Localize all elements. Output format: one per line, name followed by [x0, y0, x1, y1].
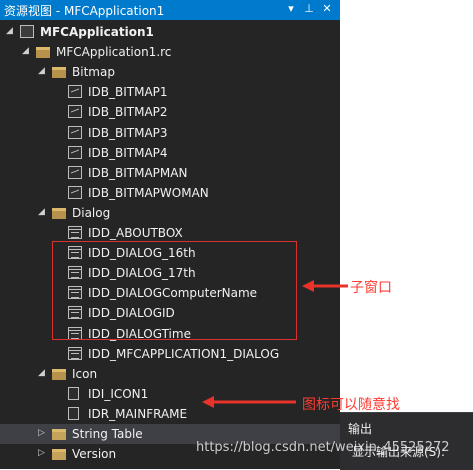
bitmap-icon [68, 105, 82, 119]
tree-item-label: String Table [72, 427, 143, 441]
expanded-arrow-icon[interactable]: ◢ [6, 25, 16, 37]
tree-item[interactable]: IDD_MFCAPPLICATION1_DIALOG [0, 344, 340, 364]
collapsed-arrow-icon[interactable]: ▷ [38, 447, 48, 459]
bitmap-icon [68, 185, 82, 199]
expanded-arrow-icon[interactable]: ◢ [38, 206, 48, 218]
annotation-icons-note: 图标可以随意找 [302, 397, 400, 413]
tree-item[interactable]: ◢ MFCApplication1 [0, 22, 340, 42]
panel-title: 资源视图 - MFCApplication1 [4, 4, 165, 18]
tree-item-label: IDI_ICON1 [88, 386, 149, 401]
tree-item-label: IDB_BITMAPMAN [88, 165, 188, 180]
expanded-arrow-icon[interactable]: ◢ [38, 367, 48, 379]
tree-item-label: MFCApplication1.rc [56, 45, 172, 60]
dialog-icon [68, 346, 82, 360]
folder-open-icon [52, 207, 66, 219]
icon-file-icon [68, 386, 79, 400]
close-icon[interactable]: ✕ [320, 1, 334, 17]
tree-item-label: Icon [72, 366, 98, 381]
tree-item-label: IDB_BITMAP1 [88, 85, 168, 100]
folder-open-icon [36, 47, 50, 59]
tree-item[interactable]: ◢ MFCApplication1.rc [0, 42, 340, 62]
tree-item-label: IDR_MAINFRAME [88, 406, 188, 421]
dropdown-icon[interactable]: ▾ [284, 1, 298, 17]
watermark: https://blog.csdn.net/weixin_45525272 [196, 440, 450, 455]
tree-item-label: Dialog [72, 205, 111, 220]
tree-item-label: IDD_ABOUTBOX [88, 226, 183, 240]
tree-item[interactable]: ◢ Icon [0, 364, 340, 384]
pin-icon[interactable]: ⊥ [302, 1, 316, 17]
tree-item[interactable]: IDB_BITMAPMAN [0, 163, 340, 183]
tree-item-label: Version [72, 447, 117, 462]
output-title: 输出 [348, 422, 373, 436]
arrow-icons-note-icon [202, 396, 296, 408]
bitmap-icon [68, 145, 82, 159]
collapsed-arrow-icon[interactable]: ▷ [38, 427, 48, 439]
folder-open-icon [52, 368, 66, 380]
tree-item[interactable]: IDB_BITMAP3 [0, 123, 340, 143]
tree-item-label: IDB_BITMAP2 [88, 105, 168, 120]
tree-item-label: IDD_MFCAPPLICATION1_DIALOG [88, 346, 280, 361]
tree-item[interactable]: IDB_BITMAPWOMAN [0, 183, 340, 203]
tree-item-label: IDB_BITMAP3 [88, 125, 168, 140]
dialog-highlight-box [52, 241, 297, 340]
folder-closed-icon [52, 429, 66, 440]
tree-item[interactable]: ◢ Dialog [0, 203, 340, 223]
bitmap-icon [68, 85, 82, 99]
bitmap-icon [68, 125, 82, 139]
panel-titlebar: 资源视图 - MFCApplication1 ▾ ⊥ ✕ [0, 0, 340, 20]
tree-item-label: IDB_BITMAP4 [88, 145, 168, 160]
annotation-subwindow: 子窗口 [350, 280, 392, 296]
tree-item[interactable]: IDB_BITMAP4 [0, 143, 340, 163]
icon-file-icon [68, 406, 79, 420]
expanded-arrow-icon[interactable]: ◢ [38, 65, 48, 77]
project-icon [20, 25, 34, 38]
tree-item[interactable]: IDB_BITMAP2 [0, 102, 340, 122]
tree-item-label: Bitmap [72, 65, 115, 80]
tree-item[interactable]: ◢ Bitmap [0, 62, 340, 82]
tree-item[interactable]: IDD_ABOUTBOX [0, 223, 340, 243]
tree-item-label: MFCApplication1 [40, 25, 154, 39]
bitmap-icon [68, 165, 82, 179]
tree-item-label: IDB_BITMAPWOMAN [88, 185, 209, 200]
arrow-subwindow-icon [302, 280, 348, 292]
expanded-arrow-icon[interactable]: ◢ [22, 45, 32, 57]
folder-open-icon [52, 67, 66, 79]
folder-closed-icon [52, 449, 66, 461]
tree-item[interactable]: IDB_BITMAP1 [0, 82, 340, 102]
dialog-icon [68, 226, 82, 239]
